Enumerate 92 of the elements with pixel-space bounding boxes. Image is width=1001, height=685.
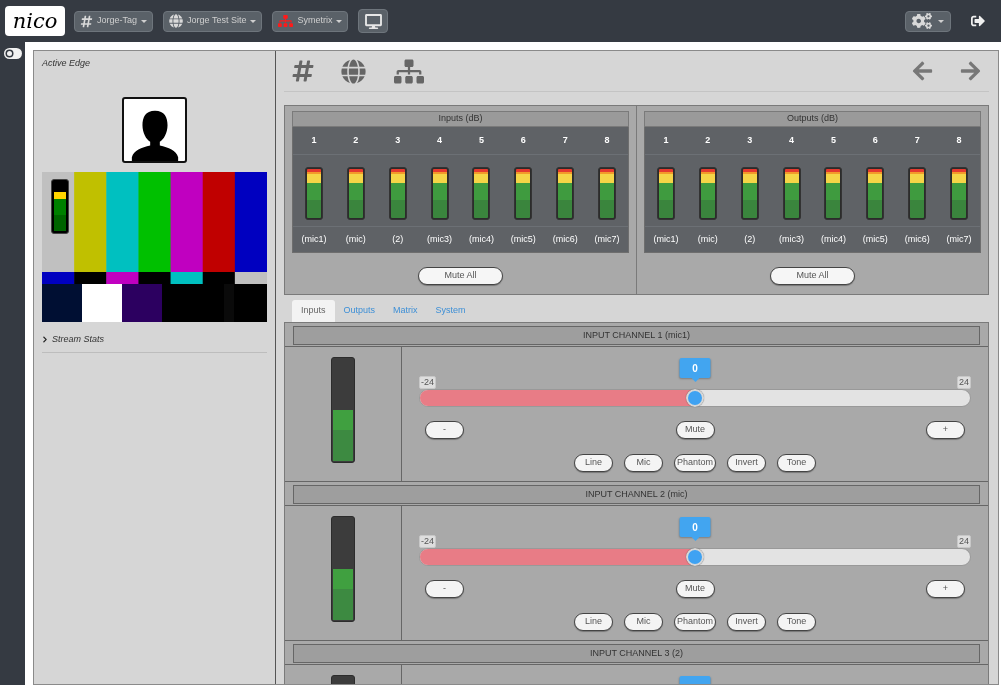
caret-icon xyxy=(336,19,343,23)
channel-label: (mic5) xyxy=(862,232,888,246)
mute-all-button[interactable]: Mute All xyxy=(418,267,503,285)
mode-button[interactable]: Line xyxy=(574,454,613,472)
gain-slider[interactable] xyxy=(419,548,971,566)
hashtag-icon xyxy=(80,14,93,28)
max-value-label: 24 xyxy=(957,535,971,548)
channel-number: 4 xyxy=(437,133,443,147)
max-value-label: 24 xyxy=(957,376,971,389)
panel-header: Outputs (dB) xyxy=(644,111,981,127)
channel-number: 6 xyxy=(872,133,878,147)
channel-number: 5 xyxy=(830,133,836,147)
monitor-icon xyxy=(364,13,382,29)
channel-label: (mic) xyxy=(697,232,718,246)
chevron-icon[interactable] xyxy=(42,335,48,343)
channel-number: 1 xyxy=(311,133,317,147)
channel-number: 2 xyxy=(705,133,711,147)
slider-thumb[interactable] xyxy=(686,389,704,407)
forward-arrow-icon[interactable] xyxy=(959,60,982,82)
mode-button[interactable]: Mic xyxy=(624,454,663,472)
value-tooltip: 0 xyxy=(679,358,711,382)
panel-header: Inputs (dB) xyxy=(292,111,629,127)
device-title: Active Edge xyxy=(42,57,92,69)
mute-all-button[interactable]: Mute All xyxy=(770,267,855,285)
channel-number: 5 xyxy=(478,133,484,147)
channel-number: 4 xyxy=(789,133,795,147)
channel-number: 6 xyxy=(520,133,526,147)
mode-button[interactable]: Phantom xyxy=(674,454,716,472)
channel-label: (mic4) xyxy=(820,232,846,246)
channel-header: INPUT CHANNEL 3 (2) xyxy=(293,644,980,663)
channel-header: INPUT CHANNEL 2 (mic) xyxy=(293,485,980,504)
network-icon xyxy=(278,14,294,28)
channel-number: 8 xyxy=(956,133,962,147)
caret-icon xyxy=(141,19,148,23)
channel-label: (mic) xyxy=(345,232,366,246)
channel-label: (mic6) xyxy=(552,232,578,246)
mode-button[interactable]: Line xyxy=(574,613,613,631)
channel-number: 3 xyxy=(395,133,401,147)
decrease-button[interactable]: - xyxy=(425,421,464,439)
channel-label: (mic3) xyxy=(427,232,453,246)
logo: nico xyxy=(5,6,65,36)
min-value-label: -24 xyxy=(419,376,436,389)
mute-button[interactable]: Mute xyxy=(675,580,715,598)
increase-button[interactable]: + xyxy=(926,580,965,598)
settings-dropdown-button[interactable] xyxy=(905,10,951,32)
hashtag-icon[interactable] xyxy=(292,59,314,83)
monitor-button[interactable] xyxy=(358,9,389,33)
mode-button[interactable]: Tone xyxy=(777,454,816,472)
value-tooltip: 0 xyxy=(679,517,711,541)
menu-dropdown-button[interactable]: Symetrix xyxy=(272,10,349,32)
channel-label: (mic1) xyxy=(301,232,327,246)
caret-icon xyxy=(250,19,257,23)
channel-label: (mic4) xyxy=(468,232,494,246)
caret-icon xyxy=(938,19,944,23)
sign-out-icon[interactable] xyxy=(970,14,986,28)
mode-button[interactable]: Tone xyxy=(777,613,816,631)
settings-icon xyxy=(912,13,932,29)
increase-button[interactable]: + xyxy=(926,421,965,439)
globe-icon[interactable] xyxy=(341,58,366,84)
mode-button[interactable]: Invert xyxy=(727,454,766,472)
tab[interactable]: Inputs xyxy=(292,300,335,322)
channel-label: (2) xyxy=(392,232,404,246)
channel-label: (mic7) xyxy=(594,232,620,246)
gain-slider[interactable] xyxy=(419,389,971,407)
decrease-button[interactable]: - xyxy=(425,580,464,598)
mode-button[interactable]: Invert xyxy=(727,613,766,631)
menu-dropdown-button[interactable]: Jorge-Tag xyxy=(74,10,154,32)
channel-label: (mic6) xyxy=(904,232,930,246)
channel-label: (mic5) xyxy=(510,232,536,246)
channel-number: 1 xyxy=(663,133,669,147)
slider-thumb[interactable] xyxy=(686,548,704,566)
channel-number: 8 xyxy=(604,133,610,147)
channel-label: (mic7) xyxy=(946,232,972,246)
back-arrow-icon[interactable] xyxy=(911,60,934,82)
channel-number: 3 xyxy=(747,133,753,147)
channel-label: (mic1) xyxy=(653,232,679,246)
channel-label: (2) xyxy=(744,232,756,246)
channel-number: 7 xyxy=(914,133,920,147)
channel-label: (mic3) xyxy=(779,232,805,246)
mute-button[interactable]: Mute xyxy=(675,421,715,439)
stream-stats-link[interactable]: Stream Stats xyxy=(52,333,105,345)
channel-number: 7 xyxy=(562,133,568,147)
user-avatar-icon xyxy=(122,97,187,163)
channel-number: 2 xyxy=(353,133,359,147)
mode-button[interactable]: Phantom xyxy=(674,613,716,631)
menu-dropdown-button[interactable]: Jorge Test Site xyxy=(163,10,263,32)
min-value-label: -24 xyxy=(419,535,436,548)
globe-icon xyxy=(169,14,184,28)
mode-button[interactable]: Mic xyxy=(624,613,663,631)
channel-header: INPUT CHANNEL 1 (mic1) xyxy=(293,326,980,345)
toggle-icon[interactable] xyxy=(2,47,23,60)
network-icon[interactable] xyxy=(394,58,424,84)
